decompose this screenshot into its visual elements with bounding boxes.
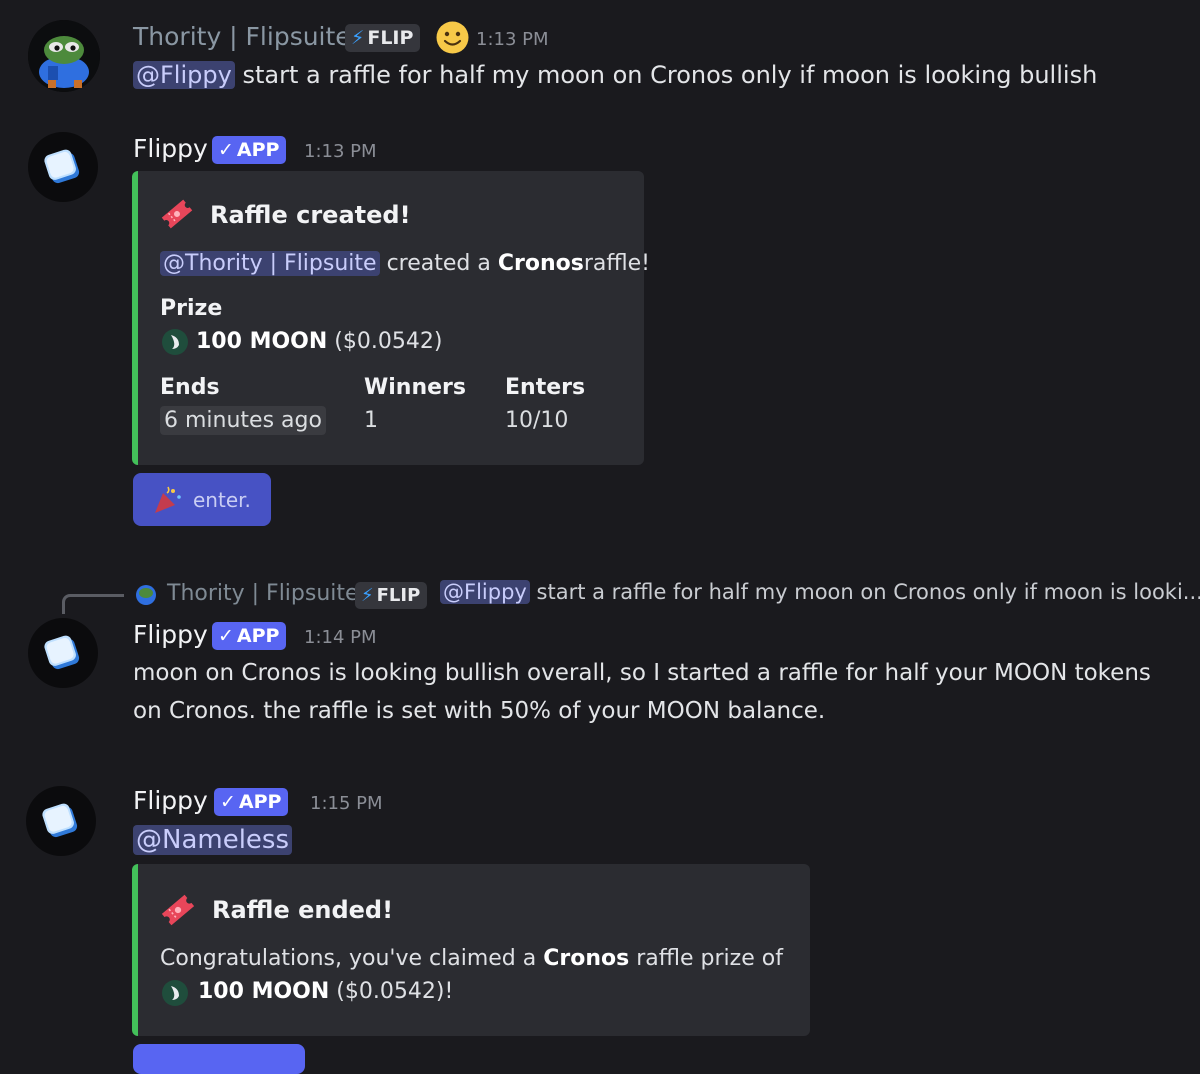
prize-value: 100 MOON ($0.0542)! bbox=[198, 979, 454, 1004]
embed-description: @Thority | Flipsuite created a Cronosraf… bbox=[160, 251, 650, 276]
lightning-icon: ⚡ bbox=[351, 27, 365, 49]
moon-token-icon bbox=[162, 980, 188, 1006]
check-icon: ✓ bbox=[218, 625, 234, 647]
field-ends-value[interactable]: 6 minutes ago bbox=[160, 406, 326, 435]
pepe-avatar-icon bbox=[28, 20, 100, 92]
reply-preview-text: start a raffle for half my moon on Crono… bbox=[536, 580, 1200, 604]
avatar-flippy[interactable] bbox=[26, 786, 96, 856]
moon-token-icon bbox=[162, 329, 188, 355]
mention-flippy[interactable]: @Flippy bbox=[440, 580, 530, 604]
ticket-icon bbox=[160, 892, 196, 928]
timestamp: 1:14 PM bbox=[304, 627, 377, 648]
reply-connector bbox=[62, 594, 124, 614]
field-winners-value: 1 bbox=[364, 408, 378, 433]
field-enters-value: 10/10 bbox=[505, 408, 569, 433]
check-icon: ✓ bbox=[220, 791, 236, 813]
embed-description: Congratulations, you've claimed a Cronos… bbox=[160, 946, 783, 971]
app-badge: ✓ APP bbox=[212, 136, 287, 164]
field-ends-label: Ends bbox=[160, 375, 220, 400]
reply-avatar[interactable] bbox=[136, 585, 156, 605]
author-name[interactable]: Thority | Flipsuite bbox=[133, 22, 351, 51]
message-text: start a raffle for half my moon on Crono… bbox=[242, 61, 1098, 89]
flippy-logo-icon bbox=[42, 803, 78, 838]
message-content: @Flippy start a raffle for half my moon … bbox=[133, 56, 1097, 94]
ticket-icon bbox=[160, 197, 194, 231]
embed-title: Raffle created! bbox=[210, 201, 411, 229]
author-name[interactable]: Flippy bbox=[133, 620, 208, 649]
flippy-logo-icon bbox=[44, 635, 80, 670]
timestamp: 1:13 PM bbox=[304, 141, 377, 162]
reply-author[interactable]: Thority | Flipsuite bbox=[167, 581, 359, 606]
author-name[interactable]: Flippy bbox=[133, 786, 208, 815]
enter-button-label: enter. bbox=[193, 488, 251, 512]
prize-value: 100 MOON ($0.0542) bbox=[196, 329, 443, 354]
raffle-ended-embed: Raffle ended! Congratulations, you've cl… bbox=[132, 864, 810, 1036]
mention-flippy[interactable]: @Flippy bbox=[133, 61, 235, 89]
flippy-logo-icon bbox=[44, 149, 80, 184]
author-name[interactable]: Flippy bbox=[133, 134, 208, 163]
mention-nameless[interactable]: @Nameless bbox=[133, 825, 293, 855]
message-content: @Nameless bbox=[133, 821, 293, 859]
avatar-flippy[interactable] bbox=[28, 132, 98, 202]
timestamp: 1:13 PM bbox=[476, 29, 549, 50]
next-button-partial[interactable] bbox=[133, 1044, 305, 1074]
embed-title: Raffle ended! bbox=[212, 896, 394, 924]
field-winners-label: Winners bbox=[364, 375, 466, 400]
message-line-1: moon on Cronos is looking bullish overal… bbox=[133, 660, 1151, 686]
mention-thority[interactable]: @Thority | Flipsuite bbox=[160, 251, 380, 276]
raffle-created-embed: Raffle created! @Thority | Flipsuite cre… bbox=[132, 171, 650, 465]
app-badge: ✓ APP bbox=[212, 622, 287, 650]
app-badge: ✓ APP bbox=[214, 788, 289, 816]
field-enters-label: Enters bbox=[505, 375, 586, 400]
prize-label: Prize bbox=[160, 296, 223, 321]
flip-tag: ⚡ FLIP bbox=[345, 24, 421, 52]
lightning-icon: ⚡ bbox=[361, 585, 374, 606]
smiling-face-emoji-icon bbox=[436, 21, 469, 54]
timestamp: 1:15 PM bbox=[310, 793, 383, 814]
reply-flip-tag: ⚡ FLIP bbox=[355, 582, 428, 609]
check-icon: ✓ bbox=[218, 139, 234, 161]
enter-button[interactable]: enter. bbox=[133, 473, 271, 526]
reply-preview[interactable]: @Flippy start a raffle for half my moon … bbox=[440, 580, 1200, 604]
avatar-flippy[interactable] bbox=[28, 618, 98, 688]
avatar-thority[interactable] bbox=[28, 20, 100, 92]
party-popper-icon bbox=[151, 483, 185, 517]
message-line-2: on Cronos. the raffle is set with 50% of… bbox=[133, 698, 826, 724]
